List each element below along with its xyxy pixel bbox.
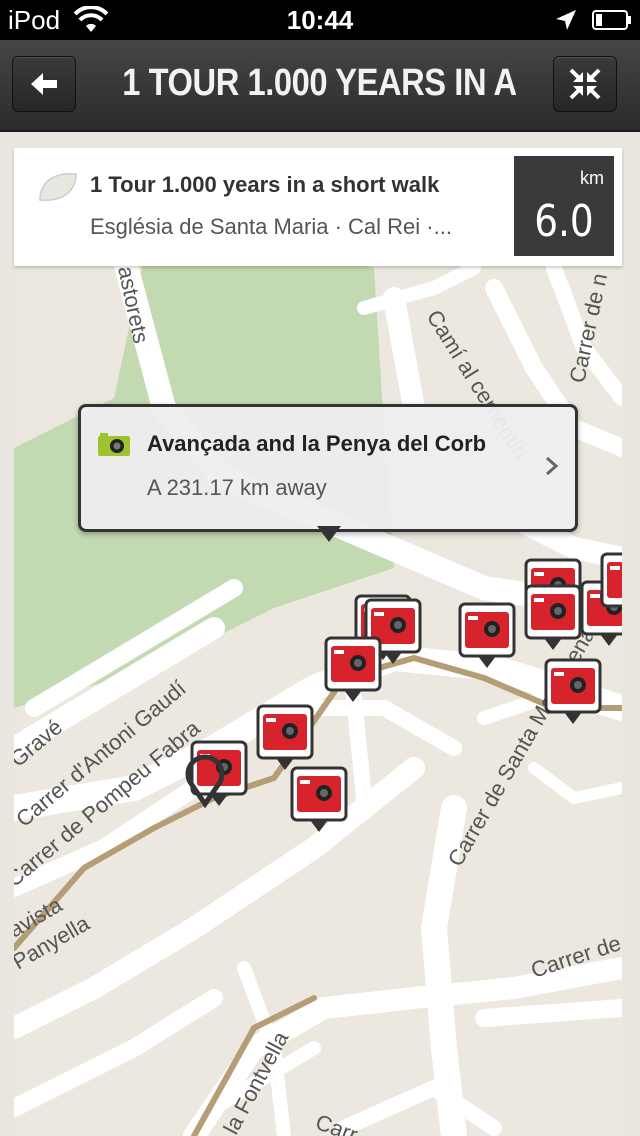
tour-distance-badge: km 6.0 — [514, 156, 614, 256]
camera-marker-icon[interactable] — [290, 766, 348, 836]
poi-distance: A 231.17 km away — [147, 475, 327, 500]
navigation-bar: 1 TOUR 1.000 YEARS IN A... — [0, 40, 640, 132]
tour-stops: Església de Santa Maria · Cal Rei ·... — [90, 214, 452, 239]
back-arrow-icon — [31, 73, 57, 95]
camera-icon — [98, 433, 130, 456]
camera-marker-icon[interactable] — [256, 704, 314, 774]
clock: 10:44 — [286, 5, 354, 35]
tour-title: 1 Tour 1.000 years in a short walk — [90, 172, 440, 197]
back-button[interactable] — [12, 56, 76, 112]
camera-marker-icon[interactable] — [600, 552, 622, 622]
camera-marker-icon[interactable] — [458, 602, 516, 672]
camera-marker-icon[interactable] — [524, 584, 582, 654]
collapse-map-button[interactable] — [553, 56, 617, 112]
distance-value: 6.0 — [534, 196, 594, 247]
map-view[interactable]: astorets Camí al cementiri Carrer de n G… — [14, 148, 622, 1136]
poi-callout[interactable]: Avançada and la Penya del Corb A 231.17 … — [78, 404, 578, 542]
camera-marker-icon[interactable] — [324, 636, 382, 706]
chevron-right-icon[interactable] — [545, 455, 559, 477]
street-label: Carr — [312, 1109, 361, 1136]
battery-icon — [592, 10, 631, 30]
tour-summary-card[interactable]: 1 Tour 1.000 years in a short walk Esglé… — [14, 148, 622, 266]
leaf-icon — [39, 173, 77, 201]
page-title: 1 TOUR 1.000 YEARS IN A... — [122, 62, 518, 104]
selected-location-pin-icon[interactable] — [182, 752, 228, 808]
callout-pointer — [317, 526, 341, 542]
collapse-icon — [569, 68, 601, 100]
distance-unit: km — [580, 168, 604, 188]
status-bar: iPod 10:44 — [0, 0, 640, 40]
camera-marker-icon[interactable] — [544, 658, 602, 728]
poi-title: Avançada and la Penya del Corb — [147, 431, 487, 456]
location-arrow-icon — [556, 10, 576, 30]
